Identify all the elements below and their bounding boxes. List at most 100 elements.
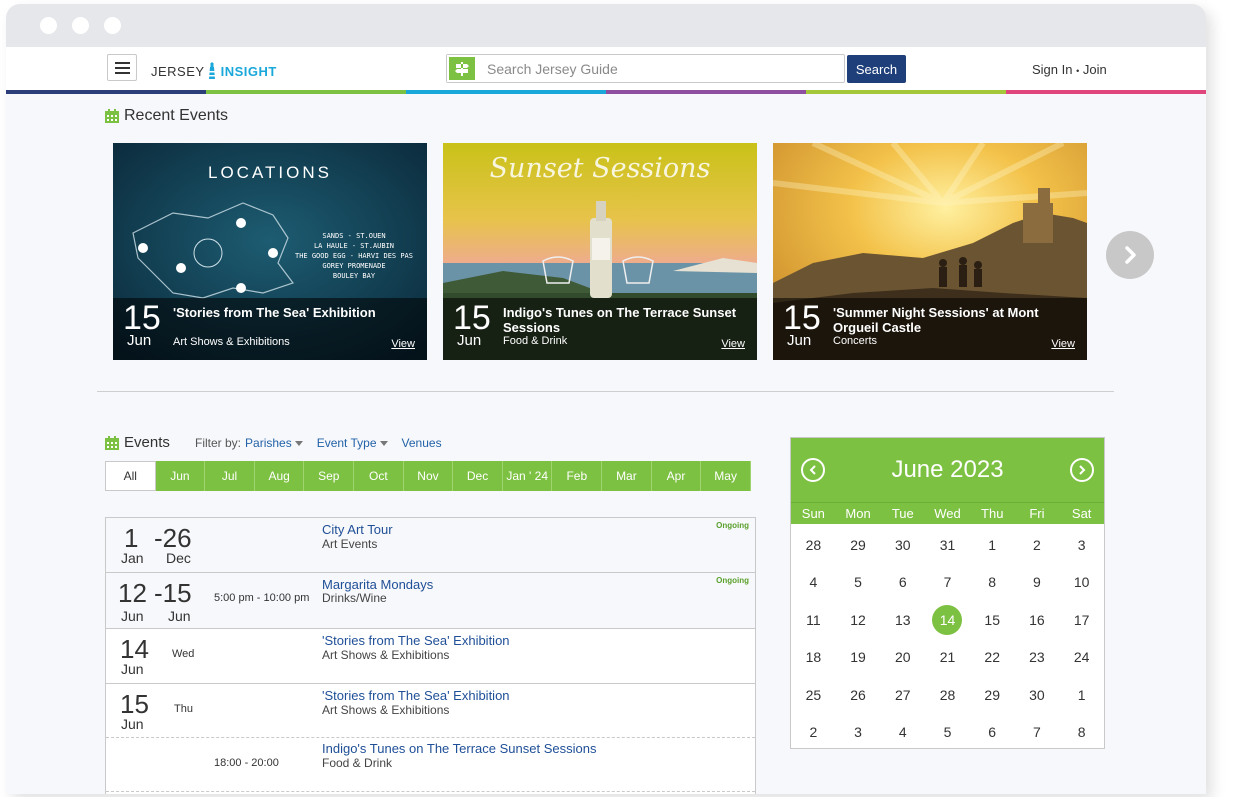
month-tab[interactable]: Jan ' 24 [502,461,553,491]
calendar-day[interactable]: 30 [880,526,925,564]
calendar-day[interactable]: 16 [1015,601,1060,639]
calendar-day[interactable]: 31 [925,526,970,564]
month-tab[interactable]: Aug [254,461,305,491]
calendar-day[interactable]: 7 [1015,714,1060,752]
event-row[interactable]: 14 Jun Wed 'Stories from The Sea' Exhibi… [106,629,755,684]
month-tab[interactable]: Jul [205,461,255,491]
event-title[interactable]: 'Stories from The Sea' Exhibition [322,633,510,648]
calendar-day[interactable]: 24 [1059,639,1104,677]
site-logo[interactable]: JERSEY INSIGHT [151,61,277,81]
calendar-day[interactable]: 29 [836,526,881,564]
calendar-day-today[interactable]: 14 [925,601,970,639]
calendar-day[interactable]: 8 [1059,714,1104,752]
month-tab[interactable]: May [701,461,751,491]
filter-parishes[interactable]: Parishes [245,436,303,450]
month-tab[interactable]: Feb [552,461,603,491]
calendar-day[interactable]: 22 [970,639,1015,677]
calendar-day[interactable]: 12 [836,601,881,639]
window-control-dot[interactable] [104,17,121,34]
calendar-next-button[interactable] [1070,458,1094,482]
weekday-label: Wed [934,506,961,521]
month-tab[interactable]: Dec [453,461,503,491]
search-button[interactable]: Search [847,55,906,83]
filter-label: Filter by: [195,436,242,450]
stripe-segment [606,90,806,94]
search-input[interactable] [477,60,837,77]
calendar-day[interactable]: 9 [1015,564,1060,602]
calendar-day-number: 6 [988,724,997,741]
calendar-day[interactable]: 28 [791,526,836,564]
event-title[interactable]: Margarita Mondays [322,577,433,592]
event-row[interactable]: 15 Jun Thu 'Stories from The Sea' Exhibi… [106,684,755,738]
card-title[interactable]: 'Stories from The Sea' Exhibition [173,305,413,320]
event-row[interactable]: 18:00 - 20:00 Indigo's Tunes on The Terr… [106,738,755,792]
calendar-day[interactable]: 6 [880,564,925,602]
calendar-day[interactable]: 15 [970,601,1015,639]
calendar-day[interactable]: 11 [791,601,836,639]
filter-event-type[interactable]: Event Type [317,436,388,450]
card-month: Jun [787,332,812,349]
recent-event-card[interactable]: 15 Jun 'Summer Night Sessions' at Mont O… [773,143,1087,360]
browser-window: JERSEY INSIGHT Search Jersey Guide Searc… [6,4,1206,794]
calendar-day[interactable]: 1 [970,526,1015,564]
calendar-day[interactable]: 7 [925,564,970,602]
calendar-day[interactable]: 17 [1059,601,1104,639]
calendar-day[interactable]: 2 [791,714,836,752]
month-tab[interactable]: Apr [651,461,702,491]
card-view-link[interactable]: View [391,338,415,350]
month-tab[interactable]: Oct [354,461,404,491]
calendar-day[interactable]: 30 [1015,676,1060,714]
carousel-next-button[interactable] [1106,231,1154,279]
calendar-day[interactable]: 2 [1015,526,1060,564]
calendar-day[interactable]: 27 [880,676,925,714]
card-title[interactable]: Indigo's Tunes on The Terrace Sunset Ses… [503,305,743,335]
calendar-day[interactable]: 4 [880,714,925,752]
window-control-dot[interactable] [72,17,89,34]
month-tab[interactable]: Jun [155,461,206,491]
card-title[interactable]: 'Summer Night Sessions' at Mont Orgueil … [833,305,1073,335]
calendar-day[interactable]: 19 [836,639,881,677]
card-day: 15 [783,299,821,337]
menu-button[interactable] [107,54,137,81]
calendar-day[interactable]: 20 [880,639,925,677]
calendar-day[interactable]: 21 [925,639,970,677]
calendar-day[interactable]: 13 [880,601,925,639]
calendar-day[interactable]: 23 [1015,639,1060,677]
calendar-day[interactable]: 18 [791,639,836,677]
events-list: 1 -26 Jan Dec City Art Tour Art Events O… [105,517,756,794]
month-tab[interactable]: Sep [304,461,355,491]
card-view-link[interactable]: View [721,338,745,350]
calendar-day[interactable]: 4 [791,564,836,602]
event-title[interactable]: Indigo's Tunes on The Terrace Sunset Ses… [322,741,596,756]
sign-in-link[interactable]: Sign In [1032,62,1072,77]
recent-event-card[interactable]: LOCATIONS SANDS - ST.OUEN LA HAULE - ST.… [113,143,427,360]
month-tab[interactable]: Mar [602,461,652,491]
filter-venues[interactable]: Venues [402,436,442,450]
lighthouse-icon [208,62,215,79]
event-title[interactable]: 'Stories from The Sea' Exhibition [322,688,510,703]
event-end-day: -26 [154,523,192,553]
calendar-day[interactable]: 28 [925,676,970,714]
event-start-month: Jan [121,550,144,566]
calendar-day[interactable]: 25 [791,676,836,714]
card-view-link[interactable]: View [1051,338,1075,350]
calendar-day[interactable]: 26 [836,676,881,714]
calendar-day[interactable]: 29 [970,676,1015,714]
calendar-day[interactable]: 5 [925,714,970,752]
month-tab[interactable]: Nov [403,461,454,491]
month-tab[interactable]: All [105,461,156,491]
calendar-day[interactable]: 1 [1059,676,1104,714]
join-link[interactable]: Join [1083,62,1107,77]
event-row[interactable]: 1 -26 Jan Dec City Art Tour Art Events O… [106,518,755,573]
calendar-day[interactable]: 3 [836,714,881,752]
event-row[interactable]: 12 -15 Jun Jun 5:00 pm - 10:00 pm Margar… [106,573,755,629]
calendar-day[interactable]: 10 [1059,564,1104,602]
calendar-icon [105,109,119,123]
window-control-dot[interactable] [40,17,57,34]
recent-event-card[interactable]: Sunset Sessions 15 Jun Indigo's Tunes on… [443,143,757,360]
event-title[interactable]: City Art Tour [322,522,393,537]
calendar-day[interactable]: 8 [970,564,1015,602]
calendar-day[interactable]: 3 [1059,526,1104,564]
calendar-day[interactable]: 6 [970,714,1015,752]
calendar-day[interactable]: 5 [836,564,881,602]
